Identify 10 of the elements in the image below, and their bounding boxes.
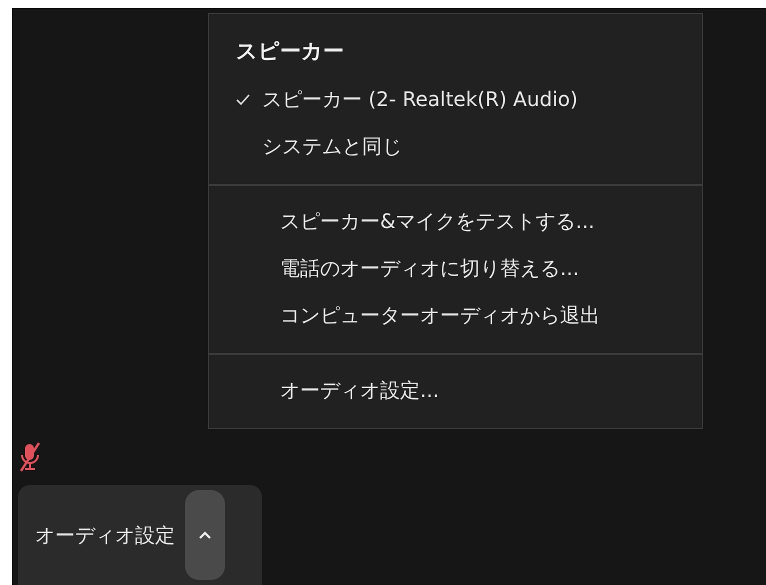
audio-settings-button[interactable]: オーディオ設定 xyxy=(18,485,262,585)
caret-button[interactable] xyxy=(185,490,225,580)
menu-item[interactable]: 電話のオーディオに切り替える... xyxy=(209,245,702,292)
menu-item[interactable]: オーディオ設定... xyxy=(209,367,702,414)
menu-item[interactable]: システムと同じ xyxy=(209,123,702,170)
menu-item[interactable]: スピーカー&マイクをテストする... xyxy=(209,198,702,245)
menu-heading: スピーカー xyxy=(235,38,345,65)
menu-item[interactable]: コンピューターオーディオから退出 xyxy=(209,292,702,339)
menu-item[interactable]: スピーカー (2- Realtek(R) Audio) xyxy=(209,76,702,123)
caret-icon xyxy=(199,531,211,539)
